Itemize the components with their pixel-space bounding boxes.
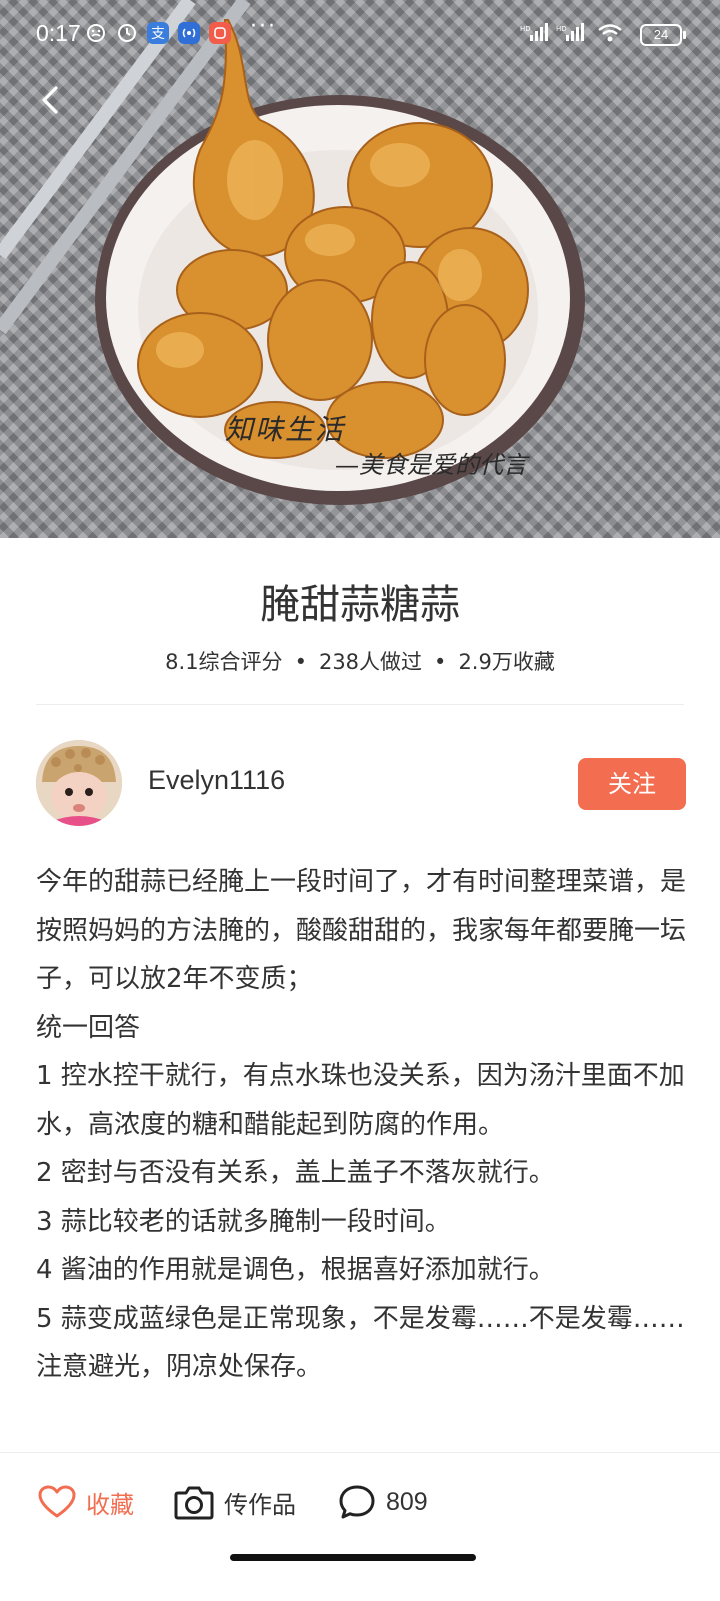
description-paragraph: 今年的甜蒜已经腌上一段时间了，才有时间整理菜谱，是按照妈妈的方法腌的，酸酸甜甜的… <box>36 867 687 994</box>
battery-indicator: 24 <box>640 24 686 46</box>
wifi-icon <box>596 22 624 44</box>
description-paragraph: 3 蒜比较老的话就多腌制一段时间。 <box>36 1206 451 1237</box>
divider <box>36 704 684 705</box>
chevron-left-icon <box>42 86 58 114</box>
meta-separator: • <box>294 650 307 674</box>
description-paragraph: 5 蒜变成蓝绿色是正常现象，不是发霉……不是发霉……注意避光，阴凉处保存。 <box>36 1303 685 1383</box>
upload-work-label: 传作品 <box>224 1490 296 1519</box>
recipe-meta: 8.1综合评分 • 238人做过 • 2.9万收藏 <box>0 646 720 676</box>
meta-separator: • <box>434 650 447 674</box>
comment-count: 809 <box>386 1487 428 1516</box>
status-bar: 0:17 支 ··· HD HD 24 <box>0 0 720 66</box>
broadcast-icon <box>178 22 200 44</box>
watermark-text: 知味生活 <box>225 413 346 446</box>
bottom-action-bar: 收藏 传作品 809 <box>0 1452 720 1601</box>
camera-icon <box>174 1486 214 1520</box>
baby-photo-avatar <box>36 740 122 826</box>
author-name[interactable]: Evelyn1116 <box>148 765 285 796</box>
home-indicator[interactable] <box>230 1554 476 1561</box>
back-button[interactable] <box>34 82 70 118</box>
recipe-description: 今年的甜蒜已经腌上一段时间了，才有时间整理菜谱，是按照妈妈的方法腌的，酸酸甜甜的… <box>36 858 686 1392</box>
description-paragraph: 1 控水控干就行，有点水珠也没关系，因为汤汁里面不加水，高浓度的糖和醋能起到防腐… <box>36 1061 685 1140</box>
face-icon <box>85 22 107 44</box>
comments-button[interactable]: 809 <box>338 1477 428 1527</box>
description-paragraph: 2 密封与否没有关系，盖上盖子不落灰就行。 <box>36 1158 555 1188</box>
comment-bubble-icon <box>339 1485 375 1519</box>
rating-text: 8.1综合评分 <box>165 650 283 674</box>
watermark-slogan: —美食是爱的代言 <box>335 451 527 479</box>
record-icon <box>209 22 231 44</box>
favorite-label: 收藏 <box>86 1490 134 1519</box>
signal-icon: HD <box>520 22 550 44</box>
heart-icon <box>38 1485 76 1518</box>
author-avatar[interactable] <box>36 740 122 826</box>
svg-text:HD: HD <box>556 25 567 33</box>
upload-work-button[interactable]: 传作品 <box>174 1477 296 1527</box>
status-time: 0:17 <box>36 20 81 46</box>
more-notifications-icon: ··· <box>250 14 277 39</box>
made-count-text: 238人做过 <box>318 650 423 674</box>
favorites-count-text: 2.9万收藏 <box>458 650 555 674</box>
recipe-title: 腌甜蒜糖蒜 <box>260 582 460 628</box>
description-paragraph: 4 酱油的作用就是调色，根据喜好添加就行。 <box>36 1255 555 1285</box>
clock-icon <box>116 22 138 44</box>
app-notification-icon: 支 <box>147 22 169 44</box>
recipe-cover-image: 知味生活 —美食是爱的代言 0:17 支 ··· HD HD 24 <box>0 0 720 538</box>
description-paragraph: 统一回答 <box>36 1012 141 1043</box>
favorite-button[interactable]: 收藏 <box>38 1477 134 1527</box>
signal-icon-2: HD <box>556 22 586 44</box>
follow-button[interactable]: 关注 <box>578 758 686 810</box>
svg-text:HD: HD <box>520 25 531 33</box>
